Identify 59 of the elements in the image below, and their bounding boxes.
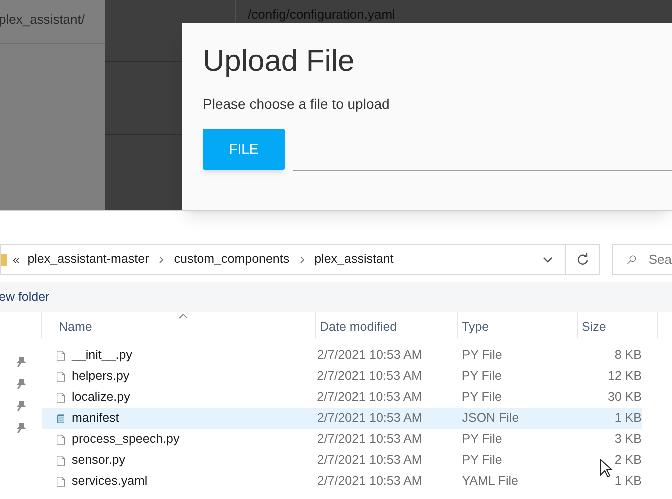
file-row[interactable]: __init__.py 2/7/2021 10:53 AM PY File 8 KB xyxy=(42,345,642,366)
search-field[interactable]: Sea xyxy=(612,244,672,275)
file-name: localize.py xyxy=(71,389,132,406)
date-modified: 2/7/2021 10:53 AM xyxy=(317,347,424,364)
date-modified: 2/7/2021 10:53 AM xyxy=(317,452,424,470)
dialog-title: Upload File xyxy=(203,44,356,80)
date-modified: 2/7/2021 10:53 AM xyxy=(317,410,424,428)
file-name: services.yaml xyxy=(71,473,149,490)
file-row[interactable]: helpers.py 2/7/2021 10:53 AM PY File 12 KB xyxy=(42,366,642,387)
chevron-icon[interactable] xyxy=(300,256,305,264)
file-size: 12 KB xyxy=(608,368,642,386)
file-name: helpers.py xyxy=(71,368,131,386)
overflow-chevron[interactable]: « xyxy=(13,250,20,268)
column-header[interactable]: Size xyxy=(578,312,658,338)
column-header[interactable]: Name xyxy=(42,312,316,338)
file-row[interactable]: localize.py 2/7/2021 10:53 AM PY File 30 KB xyxy=(42,387,642,408)
pin-icon[interactable] xyxy=(16,400,26,412)
date-modified: 2/7/2021 10:53 AM xyxy=(317,431,424,448)
date-modified: 2/7/2021 10:53 AM xyxy=(317,473,424,490)
file-type: YAML File xyxy=(462,473,520,490)
dialog-message: Please choose a file to upload xyxy=(203,95,391,114)
file-type: PY File xyxy=(462,368,503,386)
date-modified: 2/7/2021 10:53 AM xyxy=(317,389,424,406)
breadcrumb-item[interactable]: plex_assistant-master xyxy=(28,250,150,269)
pin-icon[interactable] xyxy=(16,422,26,434)
file-row[interactable]: process_speech.py 2/7/2021 10:53 AM PY File 3 KB xyxy=(42,429,642,450)
column-header[interactable]: Date modified xyxy=(316,312,458,338)
mouse-cursor-icon xyxy=(600,459,613,478)
address-bar[interactable]: « plex_assistant-master custom_components plex_assistant xyxy=(0,244,600,275)
pin-icon[interactable] xyxy=(16,356,26,368)
file-size: 8 KB xyxy=(614,347,642,364)
file-row[interactable]: sensor.py 2/7/2021 10:53 AM PY File 2 KB xyxy=(42,450,642,471)
breadcrumb-item[interactable]: custom_components xyxy=(174,250,290,269)
date-modified: 2/7/2021 10:53 AM xyxy=(317,368,424,386)
file-size: 1 KB xyxy=(614,473,642,490)
file-name: process_speech.py xyxy=(71,431,181,448)
file-size: 2 KB xyxy=(614,452,642,470)
refresh-icon xyxy=(576,253,588,266)
chevron-icon[interactable] xyxy=(159,256,164,264)
file-type: PY File xyxy=(462,347,504,364)
folder-icon xyxy=(1,252,7,266)
column-header[interactable]: Type xyxy=(458,312,578,338)
file-type: JSON File xyxy=(462,410,520,428)
file-type: PY File xyxy=(462,452,504,470)
file-name: sensor.py xyxy=(71,452,127,470)
file-row[interactable]: manifest 2/7/2021 10:53 AM JSON File 1 KB xyxy=(42,408,642,429)
folder-path: plex_assistant/ xyxy=(0,12,85,27)
search-placeholder: Sea xyxy=(648,250,672,269)
breadcrumb-item[interactable]: plex_assistant xyxy=(314,250,394,269)
file-size: 30 KB xyxy=(608,389,642,406)
file-size: 3 KB xyxy=(614,431,642,448)
file-size: 1 KB xyxy=(614,410,642,428)
pin-icon[interactable] xyxy=(16,378,26,390)
file-type: PY File xyxy=(462,389,503,406)
file-type: PY File xyxy=(462,431,504,448)
dropdown-icon[interactable] xyxy=(543,256,553,262)
file-name: manifest xyxy=(71,410,120,428)
file-name: __init__.py xyxy=(70,347,134,364)
file-row[interactable]: services.yaml 2/7/2021 10:53 AM YAML File 1 KB xyxy=(42,471,642,492)
